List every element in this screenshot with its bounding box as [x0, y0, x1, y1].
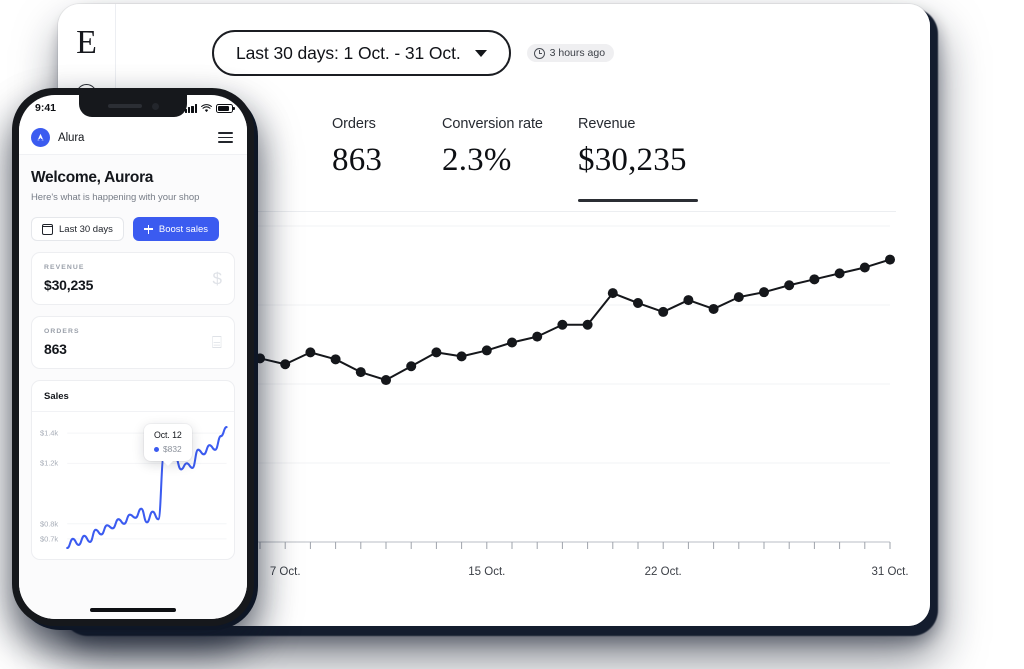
tooltip-date: Oct. 12	[154, 430, 182, 440]
metric-value: 2.3%	[442, 142, 512, 178]
metric-active-underline	[578, 199, 698, 202]
phone-device: 9:41 Alura Welcome, Aurora Here's what i…	[12, 88, 254, 626]
wifi-icon	[201, 103, 212, 112]
sales-card: Sales $1.4k $1.2k $0.8k $0.7k Oct. 12 $832	[31, 380, 235, 560]
briefcase-icon: ⌸	[211, 333, 222, 352]
hamburger-menu-icon[interactable]	[218, 132, 233, 143]
phone-content: Welcome, Aurora Here's what is happening…	[19, 155, 247, 619]
y-axis-tick-label: $0.7k	[40, 534, 59, 544]
phone-action-row: Last 30 days Boost sales	[31, 217, 235, 241]
metric-label: Revenue	[578, 116, 636, 132]
tooltip-series-dot	[154, 446, 160, 452]
y-axis-tick-label: $1.2k	[40, 458, 59, 468]
boost-sales-label: Boost sales	[158, 223, 208, 235]
kpi-text: ORDERS 863	[44, 328, 80, 357]
status-time: 9:41	[35, 102, 57, 114]
kpi-card-orders[interactable]: ORDERS 863 ⌸	[31, 316, 235, 369]
phone-app-bar: Alura	[19, 121, 247, 155]
last-updated-text: 3 hours ago	[549, 47, 606, 59]
kpi-value: 863	[44, 341, 67, 357]
y-axis-tick-label: $1.4k	[40, 428, 59, 438]
boost-sales-button[interactable]: Boost sales	[132, 217, 219, 241]
x-axis-tick-label: 22 Oct.	[644, 566, 682, 578]
brand-name: Alura	[58, 131, 85, 144]
home-indicator	[90, 608, 176, 612]
tooltip-value-row: $832	[154, 444, 182, 454]
x-axis-tick-label: 15 Oct.	[468, 566, 506, 578]
phone-status-bar: 9:41	[19, 95, 247, 121]
date-range-row: Last 30 days: 1 Oct. - 31 Oct. 3 hours a…	[212, 30, 615, 76]
date-range-button-label: Last 30 days	[59, 223, 113, 235]
x-axis-tick-label: 31 Oct.	[871, 566, 909, 578]
plus-icon	[143, 224, 153, 234]
kpi-label: ORDERS	[44, 328, 80, 335]
kpi-card-revenue[interactable]: REVENUE $30,235 $	[31, 252, 235, 305]
clock-icon	[533, 47, 545, 59]
chevron-down-icon	[474, 49, 487, 57]
date-range-button[interactable]: Last 30 days	[31, 217, 124, 241]
dollar-icon: $	[212, 269, 222, 288]
x-axis-tick-label: 7 Oct.	[269, 566, 301, 578]
sales-card-title: Sales	[32, 391, 234, 412]
metric-tab-revenue[interactable]: Revenue $30,235	[578, 116, 896, 202]
metric-value: $30,235	[578, 142, 687, 178]
kpi-value: $30,235	[44, 277, 94, 293]
metric-tab-conversion-rate[interactable]: Conversion rate 2.3%	[442, 116, 572, 202]
kpi-list: REVENUE $30,235 $ ORDERS 863 ⌸	[31, 252, 235, 369]
brand: Alura	[31, 128, 84, 147]
metric-label: Conversion rate	[442, 116, 543, 132]
chart-tooltip: Oct. 12 $832	[144, 424, 192, 461]
date-range-label: Last 30 days: 1 Oct. - 31 Oct.	[236, 42, 461, 63]
calendar-icon	[41, 223, 54, 235]
sales-chart-svg	[66, 425, 228, 550]
battery-icon	[216, 103, 235, 113]
app-logo-e: E	[76, 24, 97, 61]
status-indicators	[184, 103, 235, 113]
tooltip-value: $832	[163, 444, 182, 454]
kpi-text: REVENUE $30,235	[44, 264, 93, 293]
phone-screen: 9:41 Alura Welcome, Aurora Here's what i…	[19, 95, 247, 619]
date-range-selector[interactable]: Last 30 days: 1 Oct. - 31 Oct.	[212, 30, 511, 76]
alura-logo-icon	[31, 128, 50, 147]
sales-chart: $1.4k $1.2k $0.8k $0.7k Oct. 12 $832	[32, 412, 234, 558]
last-updated-badge: 3 hours ago	[526, 44, 615, 62]
kpi-label: REVENUE	[44, 264, 85, 271]
welcome-title: Welcome, Aurora	[31, 169, 154, 186]
welcome-subtitle: Here's what is happening with your shop	[31, 192, 200, 203]
y-axis-tick-label: $0.8k	[40, 519, 59, 529]
mockup-stage: E Last 30 days: 1 Oct. - 31 Oct. 3 hours…	[0, 0, 1024, 669]
cellular-bars-icon	[184, 103, 197, 113]
